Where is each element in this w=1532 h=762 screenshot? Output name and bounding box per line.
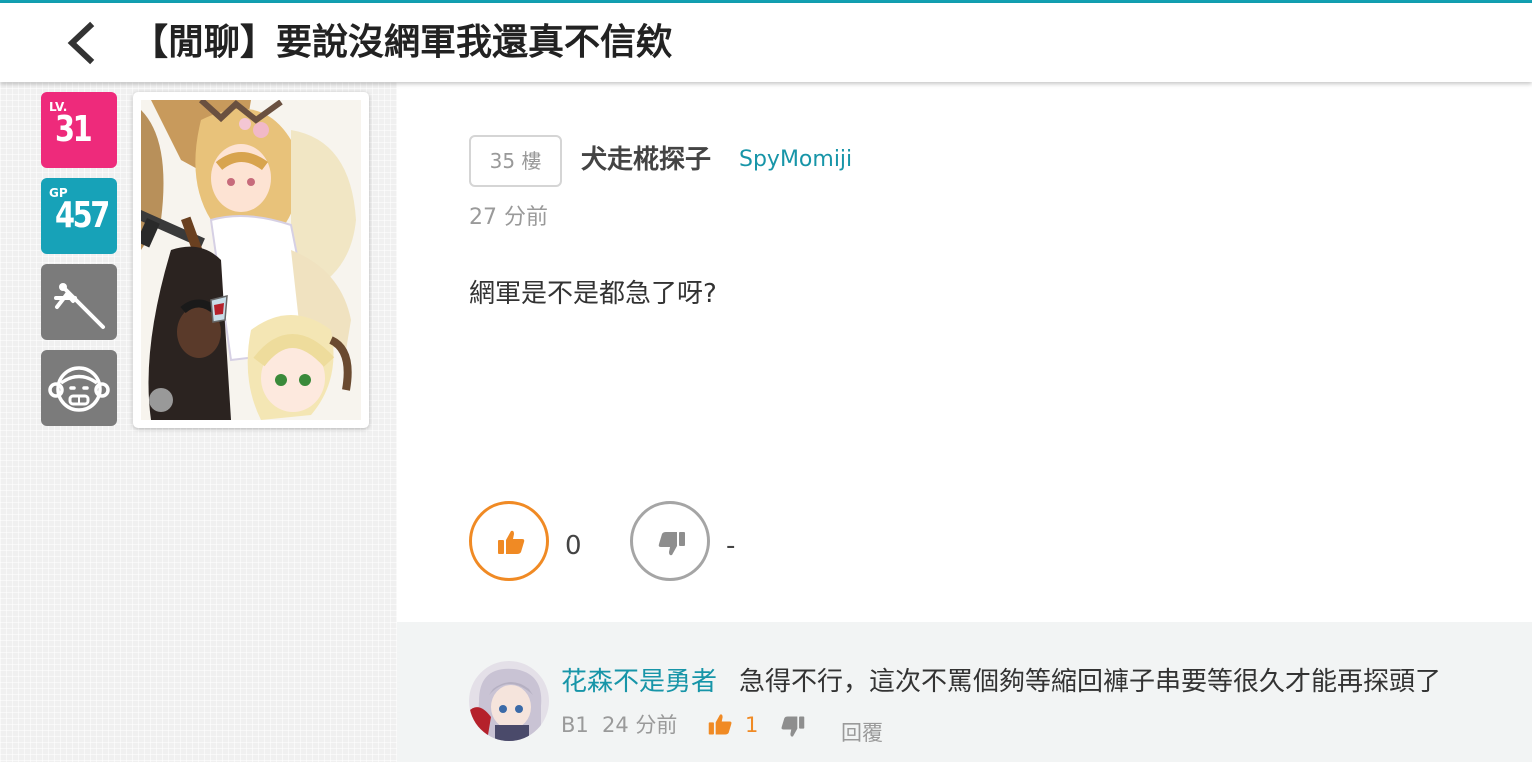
gp-badge[interactable]: GP 457 — [41, 178, 117, 254]
thumbs-down-icon — [781, 716, 805, 737]
post-body: 35 樓 犬走椛探子 SpyMomiji 27 分前 網軍是不是都急了呀? 0 … — [397, 82, 1532, 622]
post-content: 網軍是不是都急了呀? — [469, 279, 717, 309]
author-avatar-card[interactable] — [133, 92, 369, 428]
career-badge[interactable] — [41, 264, 117, 340]
post-time: 27 分前 — [469, 205, 548, 230]
back-button[interactable] — [58, 19, 106, 67]
reply-time: 24 分前 — [602, 713, 678, 737]
reply-upvote-button[interactable] — [706, 712, 734, 748]
thumbs-down-icon — [658, 532, 685, 556]
reply-avatar-image — [469, 661, 549, 741]
author-name[interactable]: 犬走椛探子 — [581, 140, 711, 180]
level-badge[interactable]: LV. 31 — [41, 92, 117, 168]
monkey-face-icon — [48, 366, 110, 412]
author-id[interactable]: SpyMomiji — [739, 144, 852, 176]
reply-section: 花森不是勇者 急得不行，這次不罵個夠等縮回褲子串要等很久才能再探頭了 B1 24… — [397, 622, 1532, 762]
level-value: 31 — [55, 109, 93, 150]
upvote-button[interactable] — [469, 501, 549, 581]
reply-author-avatar[interactable] — [469, 661, 549, 741]
author-sidebar: LV. 31 GP 457 — [0, 82, 397, 762]
floor-number[interactable]: 35 樓 — [469, 135, 562, 187]
reply-floor: B1 — [561, 713, 589, 737]
reply-button[interactable]: 回覆 — [841, 716, 883, 750]
thumbs-up-icon — [708, 714, 732, 735]
author-avatar-image — [141, 100, 361, 420]
reply-author-name[interactable]: 花森不是勇者 — [561, 662, 717, 702]
header-bar: 【閒聊】要說沒網軍我還真不信欸 — [0, 3, 1532, 82]
thumbs-up-icon — [498, 530, 525, 554]
reply-upvote-count: 1 — [745, 713, 759, 737]
downvote-button[interactable] — [630, 501, 710, 581]
upvote-count: 0 — [565, 531, 582, 561]
page-title: 【閒聊】要說沒網軍我還真不信欸 — [132, 22, 673, 63]
reply-downvote-button[interactable] — [779, 713, 807, 749]
downvote-count: - — [726, 531, 736, 561]
gp-value: 457 — [55, 195, 110, 236]
tools-icon — [54, 283, 105, 329]
chevron-left-icon — [67, 21, 95, 65]
reply-content: 急得不行，這次不罵個夠等縮回褲子串要等很久才能再探頭了 — [739, 667, 1442, 697]
race-badge[interactable] — [41, 350, 117, 426]
